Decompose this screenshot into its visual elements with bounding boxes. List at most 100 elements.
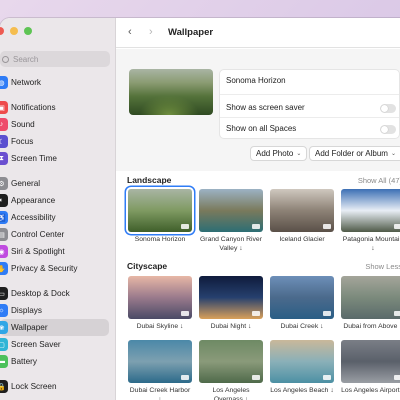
sidebar-item-label: Battery (11, 357, 37, 366)
add-photo-label: Add Photo (256, 149, 294, 158)
sidebar-item-label: Sound (11, 120, 35, 129)
wallpaper-tile[interactable]: Los Angeles Airport ↓ (341, 340, 400, 400)
add-photo-button[interactable]: Add Photo ⌄ (250, 146, 308, 161)
add-folder-button[interactable]: Add Folder or Album ⌄ (309, 146, 400, 161)
sidebar-item-privacy-security[interactable]: ✋ Privacy & Security (0, 260, 116, 277)
minimize-window-button[interactable] (10, 27, 18, 35)
wallpaper-tile[interactable]: Grand Canyon River Valley ↓ (199, 189, 263, 253)
accessibility-icon: ♿ (0, 211, 8, 224)
wallpaper-tile[interactable]: Dubai Creek ↓ (270, 276, 334, 332)
hand-icon: ✋ (0, 262, 8, 275)
wallpaper-tile[interactable]: Dubai Skyline ↓ (128, 276, 192, 332)
chevron-down-icon: ⌄ (296, 151, 302, 157)
sidebar-item-wallpaper[interactable]: ❀ Wallpaper (0, 319, 109, 336)
video-icon (394, 311, 400, 316)
sidebar-item-control-center[interactable]: ▤ Control Center (0, 226, 116, 243)
globe-icon: ◍ (0, 76, 8, 89)
toolbar: ‹ › Wallpaper (116, 18, 400, 48)
wallpaper-tile[interactable]: Patagonia Mountain ↓ (341, 189, 400, 253)
sidebar-item-general[interactable]: ⚙ General (0, 175, 116, 192)
appearance-icon: ◐ (0, 194, 8, 207)
system-settings-window: Search ◍ Network ▣ Notifications ♪ Sound ☾ Focu… (0, 18, 400, 400)
wallpaper-icon: ❀ (0, 321, 8, 334)
wallpaper-tile[interactable]: Los Angeles Overpass ↓ (199, 340, 263, 400)
sidebar-item-screen-saver[interactable]: ▢ Screen Saver (0, 336, 116, 353)
wallpaper-tile[interactable]: Los Angeles Beach ↓ (270, 340, 334, 400)
sidebar-item-lock-screen[interactable]: 🔒 Lock Screen (0, 378, 116, 395)
divider (220, 117, 399, 118)
video-icon (323, 224, 331, 229)
display-icon: ☼ (0, 304, 8, 317)
cityscape-show-less-link[interactable]: Show Less (365, 262, 400, 271)
wallpaper-options: Sonoma Horizon Show as screen saver Show… (219, 69, 400, 139)
back-button[interactable]: ‹ (128, 26, 132, 38)
sidebar-item-desktop-dock[interactable]: ▭ Desktop & Dock (0, 285, 116, 302)
sidebar-item-notifications[interactable]: ▣ Notifications (0, 99, 116, 116)
sidebar-item-label: Wallpaper (11, 323, 48, 332)
sidebar-item-label: Screen Time (11, 154, 57, 163)
zoom-window-button[interactable] (24, 27, 32, 35)
chevron-down-icon: ⌄ (390, 151, 396, 157)
siri-icon: ◉ (0, 245, 8, 258)
landscape-show-all-link[interactable]: Show All (47) (358, 176, 400, 185)
wallpaper-thumbnail (270, 276, 334, 319)
sidebar-item-appearance[interactable]: ◐ Appearance (0, 192, 116, 209)
all-spaces-label: Show on all Spaces (226, 124, 297, 133)
wallpaper-tile[interactable]: Dubai Creek Harbor ↓ (128, 340, 192, 400)
sidebar-item-label: Desktop & Dock (11, 289, 70, 298)
screen-saver-row: Show as screen saver (226, 103, 399, 112)
sidebar-item-label: Control Center (11, 230, 65, 239)
sidebar-item-sound[interactable]: ♪ Sound (0, 116, 116, 133)
search-field[interactable]: Search (0, 51, 110, 67)
all-spaces-row: Show on all Spaces (226, 124, 399, 133)
wallpaper-caption: Iceland Glacier (279, 236, 325, 243)
landscape-heading: Landscape (127, 175, 172, 185)
moon-icon: ☾ (0, 135, 8, 148)
speaker-icon: ♪ (0, 118, 8, 131)
add-folder-label: Add Folder or Album (315, 149, 388, 158)
wallpaper-caption: Dubai from Above ↓ (343, 323, 400, 330)
cityscape-grid-row-1: Dubai Skyline ↓ Dubai Night ↓ Dubai Creek … (128, 276, 400, 332)
sidebar-item-battery[interactable]: ▬ Battery (0, 353, 116, 370)
video-icon (323, 375, 331, 380)
main-pane: ‹ › Wallpaper Sonoma Horizon Show as scr… (116, 18, 400, 400)
video-icon (252, 375, 260, 380)
screen-saver-toggle[interactable] (380, 104, 396, 113)
all-spaces-toggle[interactable] (380, 125, 396, 134)
control-center-icon: ▤ (0, 228, 8, 241)
sidebar-item-label: Notifications (11, 103, 56, 112)
sidebar-item-network[interactable]: ◍ Network (0, 74, 116, 91)
wallpaper-thumbnail (341, 340, 400, 383)
wallpaper-thumbnail (341, 276, 400, 319)
search-placeholder: Search (13, 54, 39, 64)
sidebar-item-label: General (11, 179, 41, 188)
wallpaper-tile[interactable]: Dubai from Above ↓ (341, 276, 400, 332)
wallpaper-thumbnail (128, 189, 192, 232)
sidebar-item-label: Screen Saver (11, 340, 61, 349)
wallpaper-caption: Dubai Creek Harbor ↓ (129, 387, 191, 400)
wallpaper-caption: Los Angeles Airport ↓ (341, 387, 400, 394)
landscape-grid: Sonoma Horizon Grand Canyon River Valley … (128, 189, 400, 253)
wallpaper-tile[interactable]: Dubai Night ↓ (199, 276, 263, 332)
sidebar-item-siri-spotlight[interactable]: ◉ Siri & Spotlight (0, 243, 116, 260)
sidebar-item-label: Displays (11, 306, 42, 315)
video-icon (394, 224, 400, 229)
current-wallpaper-panel: Sonoma Horizon Show as screen saver Show… (116, 49, 400, 171)
wallpaper-tile[interactable]: Iceland Glacier (270, 189, 334, 253)
video-icon (252, 311, 260, 316)
video-icon (323, 311, 331, 316)
cityscape-heading: Cityscape (127, 261, 168, 271)
divider (220, 94, 399, 95)
sidebar-item-displays[interactable]: ☼ Displays (0, 302, 116, 319)
close-window-button[interactable] (0, 27, 4, 35)
sidebar-item-screen-time[interactable]: ⧗ Screen Time (0, 150, 116, 167)
forward-button[interactable]: › (149, 26, 153, 38)
wallpaper-tile[interactable]: Sonoma Horizon (128, 189, 192, 253)
wallpaper-thumbnail (128, 340, 192, 383)
wallpaper-thumbnail (199, 340, 263, 383)
wallpaper-caption: Dubai Creek ↓ (280, 323, 324, 330)
video-icon (181, 224, 189, 229)
wallpaper-caption: Los Angeles Overpass ↓ (212, 387, 250, 400)
sidebar-item-focus[interactable]: ☾ Focus (0, 133, 116, 150)
sidebar-item-accessibility[interactable]: ♿ Accessibility (0, 209, 116, 226)
